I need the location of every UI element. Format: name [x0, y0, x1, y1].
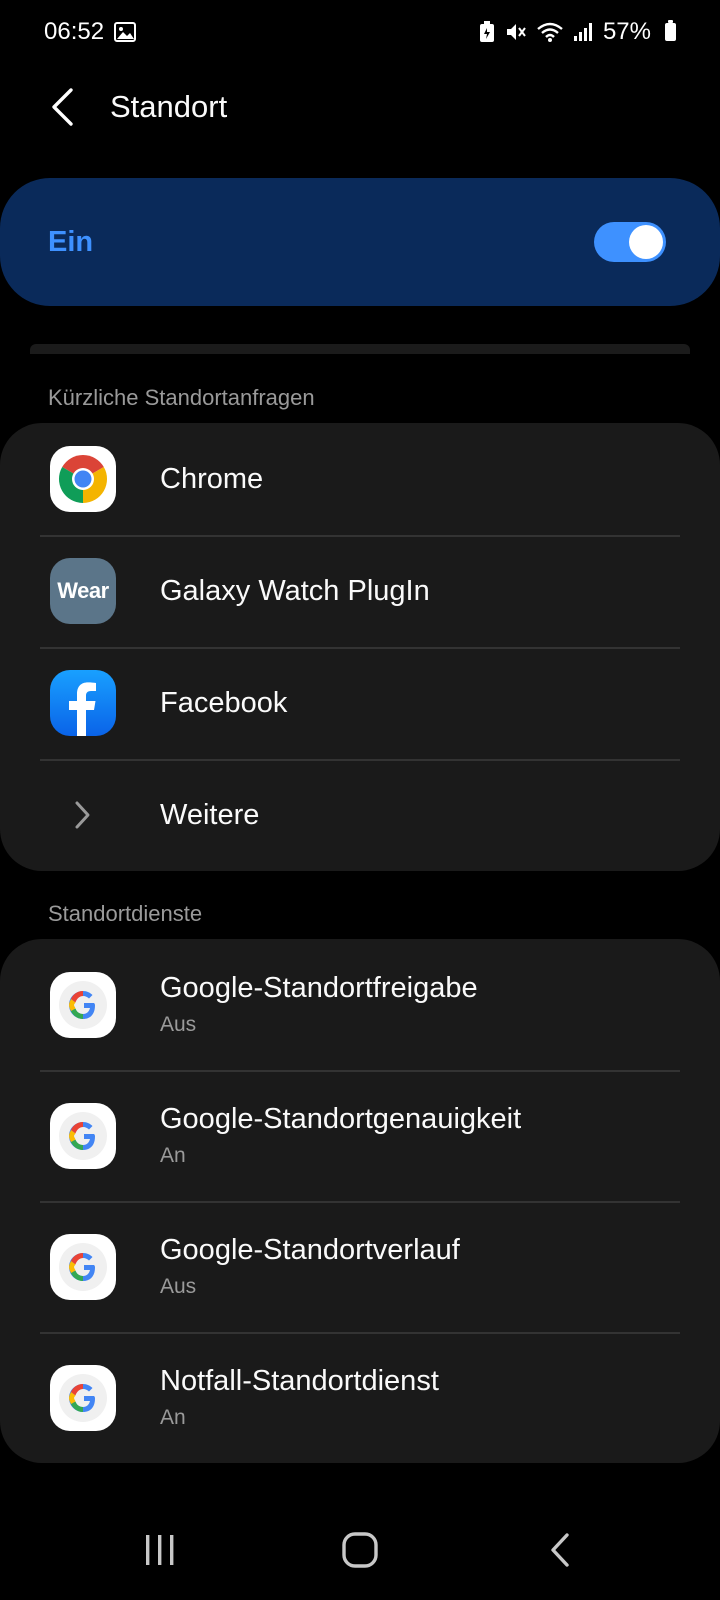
list-item-google-sharing[interactable]: Google-Standortfreigabe Aus: [0, 939, 720, 1070]
page-title: Standort: [110, 89, 228, 124]
back-icon: [551, 1533, 569, 1567]
status-bar: 06:52 57%: [0, 0, 720, 64]
row-title: Google-Standortverlauf: [160, 1234, 460, 1266]
battery-percent: 57%: [602, 18, 651, 45]
google-icon: [50, 1102, 116, 1169]
row-title: Notfall-Standortdienst: [160, 1365, 439, 1397]
app-bar: Standort: [0, 70, 720, 144]
google-icon: [50, 971, 116, 1038]
location-master-switch[interactable]: Ein: [0, 178, 720, 306]
row-text: Facebook: [160, 687, 287, 720]
gallery-icon: [114, 22, 137, 42]
list-item-galaxy-watch[interactable]: Wear Galaxy Watch PlugIn: [0, 535, 720, 647]
row-title: Weitere: [160, 798, 260, 831]
row-text: Weitere: [160, 799, 259, 832]
navigation-bar: [0, 1500, 720, 1600]
location-toggle[interactable]: [594, 222, 666, 262]
toggle-knob: [629, 225, 663, 259]
list-item-google-accuracy[interactable]: Google-Standortgenauigkeit An: [0, 1070, 720, 1201]
home-button[interactable]: [320, 1515, 400, 1585]
location-services-card: Google-Standortfreigabe Aus Google-Stand…: [0, 939, 720, 1463]
status-bar-left: 06:52: [44, 18, 137, 46]
card-edge-divider: [30, 344, 690, 354]
row-status: An: [160, 1406, 186, 1429]
master-switch-label: Ein: [48, 225, 94, 258]
wear-icon: Wear: [50, 558, 116, 624]
wear-icon-text: Wear: [57, 578, 109, 603]
signal-icon: [573, 21, 593, 43]
nav-back-button[interactable]: [520, 1515, 600, 1585]
chrome-icon: [50, 446, 116, 512]
list-item-more[interactable]: Weitere: [0, 759, 720, 871]
row-title: Galaxy Watch PlugIn: [160, 574, 430, 607]
row-text: Google-Standortverlauf Aus: [160, 1234, 460, 1299]
row-status: Aus: [160, 1275, 197, 1298]
status-bar-right: 57%: [479, 18, 676, 46]
wifi-icon: [537, 21, 563, 43]
chevron-right-icon: [50, 782, 116, 848]
recents-button[interactable]: [120, 1515, 200, 1585]
row-title: Google-Standortgenauigkeit: [160, 1103, 522, 1135]
row-status: Aus: [160, 1013, 197, 1036]
google-icon: [50, 1233, 116, 1300]
facebook-icon: [50, 670, 116, 736]
row-title: Chrome: [160, 462, 264, 495]
back-arrow-icon: [52, 88, 73, 126]
section-header-recent: Kürzliche Standortanfragen: [48, 385, 315, 410]
list-item-facebook[interactable]: Facebook: [0, 647, 720, 759]
mute-icon: [505, 21, 527, 43]
battery-saver-icon: [479, 21, 495, 43]
section-header-services: Standortdienste: [48, 901, 203, 926]
list-item-emergency-location[interactable]: Notfall-Standortdienst An: [0, 1332, 720, 1463]
row-title: Google-Standortfreigabe: [160, 972, 478, 1004]
list-item-google-history[interactable]: Google-Standortverlauf Aus: [0, 1201, 720, 1332]
row-text: Google-Standortfreigabe Aus: [160, 972, 478, 1037]
google-icon: [50, 1364, 116, 1431]
battery-icon: [665, 20, 676, 41]
row-text: Google-Standortgenauigkeit An: [160, 1103, 521, 1168]
row-text: Notfall-Standortdienst An: [160, 1365, 439, 1430]
recents-icon: [146, 1535, 174, 1565]
row-title: Facebook: [160, 686, 288, 719]
back-button[interactable]: [30, 75, 94, 139]
row-text: Chrome: [160, 463, 263, 496]
list-item-chrome[interactable]: Chrome: [0, 423, 720, 535]
row-text: Galaxy Watch PlugIn: [160, 575, 430, 608]
recent-requests-card: Chrome Wear Galaxy Watch PlugIn Facebook…: [0, 423, 720, 871]
home-icon: [342, 1532, 378, 1568]
status-time: 06:52: [44, 18, 105, 45]
row-status: An: [160, 1144, 186, 1167]
